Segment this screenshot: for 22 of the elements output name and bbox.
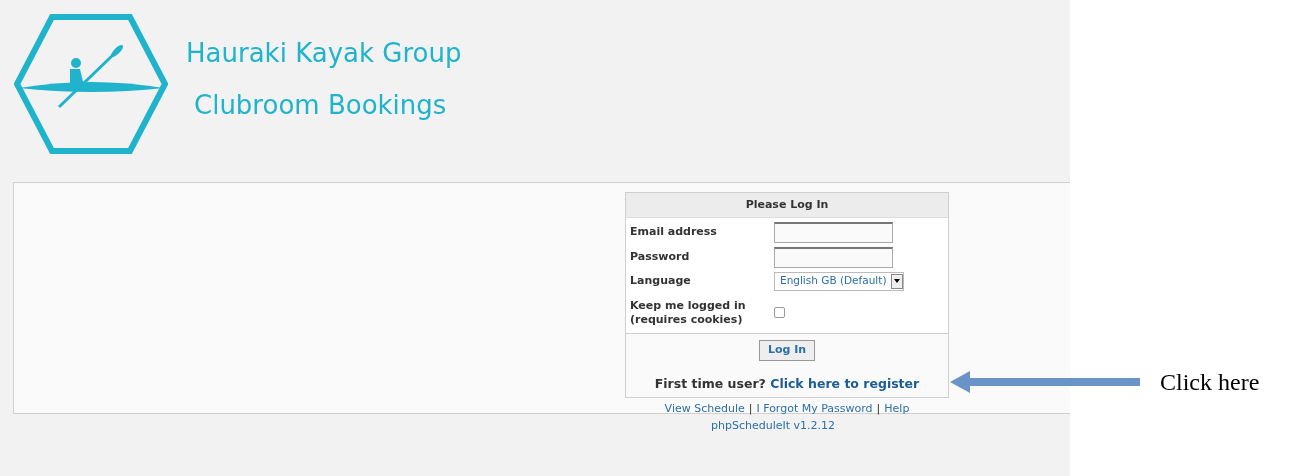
register-prompt: First time user? Click here to register — [653, 374, 921, 393]
password-field[interactable] — [774, 246, 893, 268]
login-button[interactable]: Log In — [758, 340, 816, 361]
footer-link[interactable]: Help — [884, 402, 910, 416]
site-title: Hauraki Kayak Group — [186, 40, 462, 66]
register-link[interactable]: Click here to register — [770, 375, 920, 391]
field-label: Language — [630, 273, 692, 289]
footer-link[interactable]: View Schedule — [664, 402, 745, 416]
link-separator: | — [748, 402, 753, 416]
field-label: Email address — [630, 224, 718, 240]
version-link[interactable]: phpScheduleIt v1.2.12 — [710, 419, 835, 432]
panel-heading: Please Log In — [626, 193, 948, 218]
field-label: Password — [630, 249, 691, 265]
language-dropdown[interactable]: English GB (Default) — [774, 271, 904, 291]
field-label: Keep me logged in (requires cookies) — [630, 298, 747, 328]
email-field[interactable] — [774, 221, 893, 243]
caret-icon — [894, 279, 900, 283]
link-separator: | — [876, 402, 881, 416]
remember-checkbox[interactable] — [774, 307, 785, 319]
annotation-text: Click here — [1160, 368, 1260, 397]
site-subtitle: Clubroom Bookings — [194, 92, 448, 118]
footer-link[interactable]: I Forgot My Password — [756, 402, 873, 416]
